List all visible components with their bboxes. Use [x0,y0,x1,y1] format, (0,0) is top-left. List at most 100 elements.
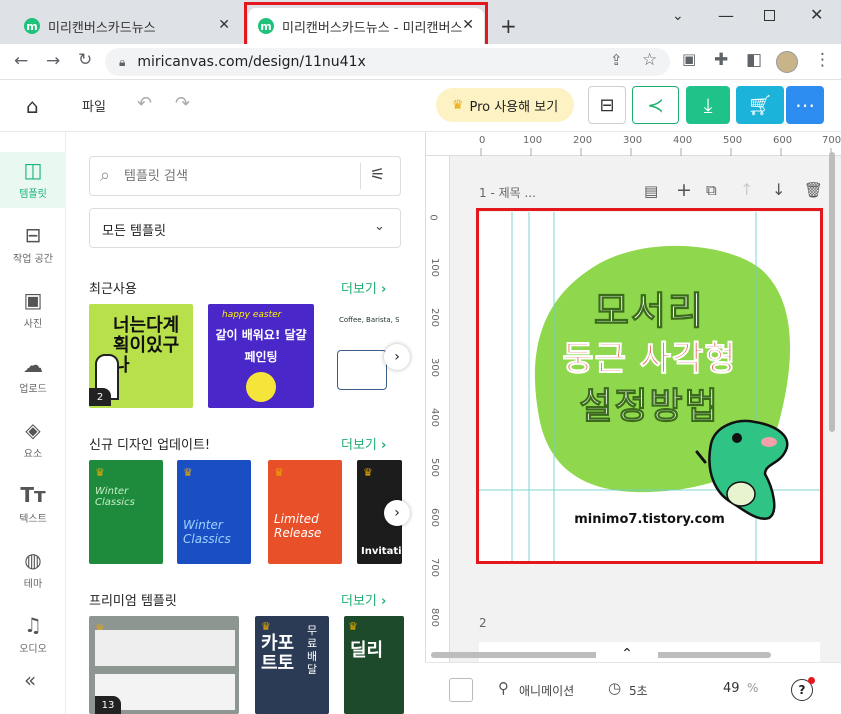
move-down-icon[interactable]: ↓ [772,180,785,199]
profile-avatar[interactable] [776,51,798,73]
expand-pages-button[interactable]: ⌃ [596,646,658,662]
template-thumb-premium-1[interactable]: ♛ 13 [89,616,239,714]
page-duration-button[interactable]: 5초 [629,682,648,699]
premium-crown-icon: ♛ [274,466,284,479]
print-order-button[interactable]: 🛒︎ [736,86,784,124]
ruler-tick-label: 100 [429,257,441,278]
ruler-tick-label: 700 [822,135,841,146]
more-link-new[interactable]: 더보기 › [341,434,386,453]
close-tab-icon[interactable]: ✕ [218,17,230,33]
template-search-input[interactable] [124,165,354,187]
more-link-premium[interactable]: 더보기 › [341,590,386,609]
more-link-recent[interactable]: 더보기 › [341,278,386,297]
headline-line-3[interactable]: 설정방법 [479,384,820,430]
redo-icon[interactable]: ↷ [175,93,190,114]
vertical-scrollbar[interactable] [829,152,835,432]
thumb-text: Winter Classics [183,518,231,546]
tab-search-icon[interactable]: ⌄ [672,8,684,24]
rail-item-photo[interactable]: ▣ 사진 [0,282,66,338]
more-label: 더보기 [341,282,377,297]
collapse-panel-icon[interactable]: « [24,668,36,692]
download-button[interactable]: ⤓ [686,86,730,124]
rail-item-text[interactable]: Tт 텍스트 [0,477,66,533]
browser-tab-2-active[interactable]: m 미리캔버스카드뉴스 - 미리캔버스 ✕ [248,8,484,44]
page-memo-icon[interactable]: ▤ [644,182,658,200]
more-label: 더보기 [341,594,377,609]
thumb-text: 같이 배워요! 달걀페인팅 [215,328,307,364]
footer-url-text[interactable]: minimo7.tistory.com [479,512,820,527]
page-2-label[interactable]: 2 [479,616,487,630]
animation-button[interactable]: 애니메이션 [519,682,574,699]
ruler-tick-label: 500 [723,135,743,146]
save-button[interactable]: ⊟ [588,86,626,124]
new-tab-button[interactable]: + [500,14,517,38]
extensions-puzzle-icon[interactable]: ✚ [714,52,728,69]
maximize-window-icon[interactable] [764,10,775,21]
pro-trial-label: Pro 사용해 보기 [469,99,559,115]
bookmark-star-icon[interactable]: ☆ [642,52,657,69]
rail-item-elements[interactable]: ◈ 요소 [0,412,66,468]
forward-arrow-icon[interactable]: → [46,53,60,70]
headline-line-1[interactable]: 모서리 [479,288,820,334]
duplicate-page-icon[interactable]: ⧉ [706,181,717,199]
template-thumb-premium-2[interactable]: ♛ 카포 트토 무료 배달 [255,616,329,714]
template-thumb-premium-3[interactable]: ♛ 딜리 [344,616,404,714]
canvas-stage[interactable]: 0 100 200 300 400 500 600 700 0 100 200 … [425,132,841,662]
background-color-swatch[interactable] [449,678,473,702]
rail-item-theme[interactable]: ◍ 테마 [0,542,66,598]
pro-trial-button[interactable]: ♛ Pro 사용해 보기 [436,88,574,122]
section-title-new: 신규 디자인 업데이트! [89,438,211,453]
move-up-icon[interactable]: ↑ [740,180,753,199]
template-category-select[interactable]: 모든 템플릿 ⌄ [89,208,401,248]
page-title-label[interactable]: 1 - 제목 ... [479,184,536,201]
minimize-window-icon[interactable]: — [718,6,734,25]
sidepanel-icon[interactable]: ◧ [746,52,762,69]
share-button[interactable]: ≺ [632,86,679,124]
premium-crown-icon: ♛ [348,620,358,633]
template-thumb-new-2[interactable]: ♛ Winter Classics [177,460,251,564]
thumb-text: 딜리 [350,640,384,661]
rail-item-upload[interactable]: ☁ 업로드 [0,347,66,403]
template-thumb-recent-1[interactable]: 너는다계획이있구나 2 [89,304,193,408]
rail-item-audio[interactable]: ♫ 오디오 [0,607,66,663]
miricanvas-favicon-icon: m [258,18,274,34]
home-icon[interactable]: ⌂ [26,94,39,118]
headline-line-2[interactable]: 둥근 사각형 [479,336,820,382]
share-page-icon[interactable]: ⇪ [610,53,623,68]
filter-sliders-icon[interactable]: ⚟ [370,165,385,185]
omnibox[interactable]: 🔒︎ miricanvas.com/design/11nu41x [105,48,670,76]
media-icon[interactable]: ▣ [682,52,696,67]
reload-icon[interactable]: ↻ [78,52,92,69]
template-thumb-new-3[interactable]: ♛ Limited Release [268,460,342,564]
rail-label: 업로드 [19,384,47,395]
delete-page-icon[interactable]: 🗑︎ [804,181,823,199]
design-page-1[interactable]: 모서리 둥근 사각형 설정방법 minimo7.tistory.com [479,212,820,561]
carousel-next-icon[interactable]: › [384,500,410,526]
browser-menu-icon[interactable]: ⋮ [814,52,831,69]
crown-icon: ♛ [451,97,464,113]
template-thumb-new-1[interactable]: ♛ Winter Classics [89,460,163,564]
music-icon: ♫ [24,613,42,637]
ruler-tick-label: 100 [523,135,543,146]
timer-icon: ◷ [608,679,622,697]
undo-icon[interactable]: ↶ [137,93,152,114]
zoom-value[interactable]: 49 [723,681,740,696]
browser-tab-1[interactable]: m 미리캔버스카드뉴스 ✕ [14,8,240,44]
rail-label: 테마 [23,579,43,590]
file-menu-button[interactable]: 파일 [82,96,106,115]
close-tab-icon[interactable]: ✕ [462,17,474,33]
add-page-icon[interactable]: + [676,179,692,201]
layout-icon: ◫ [23,158,43,182]
vertical-ruler: 0 100 200 300 400 500 600 700 800 [426,156,450,662]
rail-item-workspace[interactable]: ⊟ 작업 공간 [0,217,66,273]
template-thumb-recent-2[interactable]: happy easter 같이 배워요! 달걀페인팅 [208,304,314,408]
ruler-tick-label: 0 [427,214,439,221]
rail-item-templates[interactable]: ◫ 템플릿 [0,152,66,208]
back-arrow-icon[interactable]: ← [14,53,28,70]
ruler-tick-label: 400 [429,407,441,428]
rail-label: 요소 [23,449,43,460]
more-options-button[interactable]: ⋯ [786,86,824,124]
carousel-next-icon[interactable]: › [384,344,410,370]
rail-label: 작업 공간 [13,254,53,265]
close-window-icon[interactable]: ✕ [810,5,823,24]
